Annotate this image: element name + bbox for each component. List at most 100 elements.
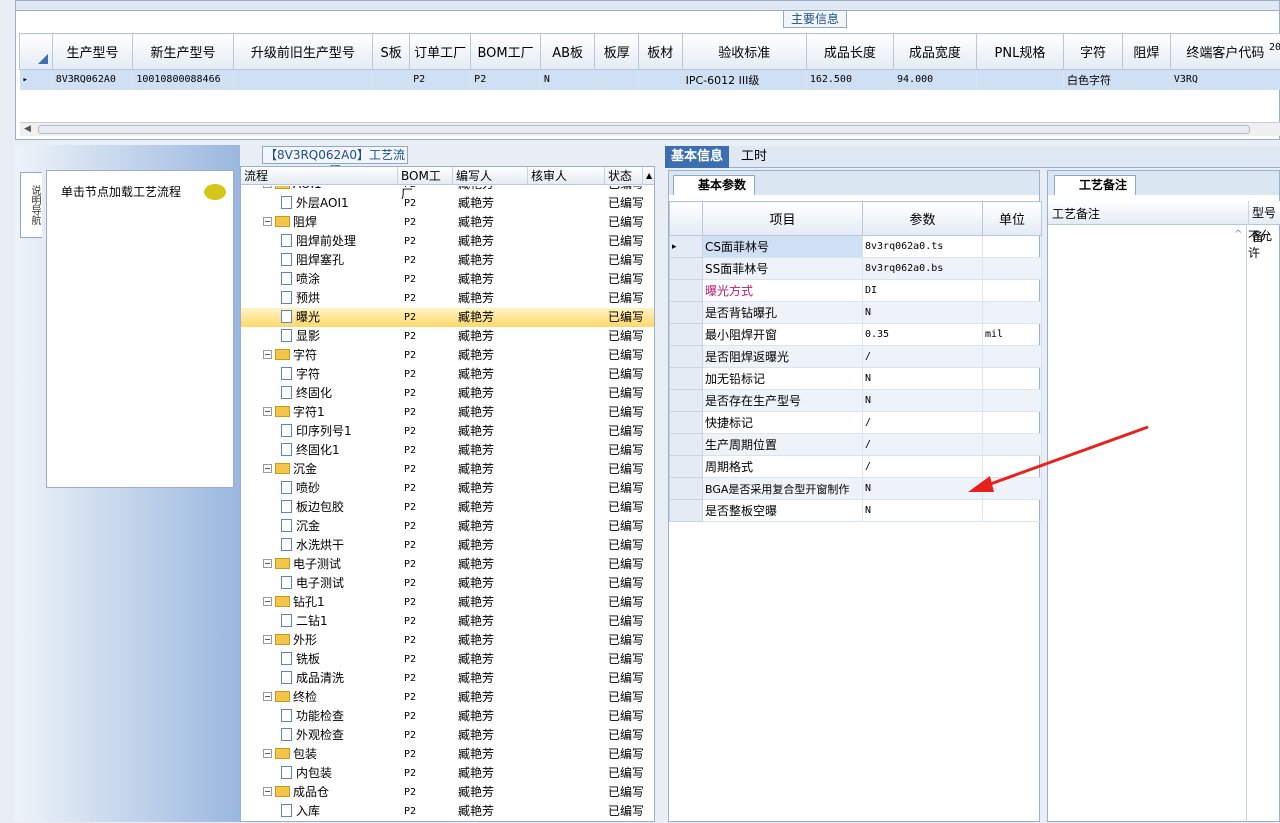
tab-basic-params[interactable]: 基本参数 xyxy=(673,175,756,195)
tree-node-label[interactable]: 电子测试 xyxy=(281,574,398,593)
tab-basic-info[interactable]: 基本信息 xyxy=(665,146,730,168)
main-col-12[interactable]: PNL规格 xyxy=(975,33,1065,70)
tree-row[interactable]: 功能检查 P2 臧艳芳 已编写 xyxy=(241,707,654,726)
param-row-indicator[interactable] xyxy=(669,367,703,390)
main-col-10[interactable]: 成品长度 xyxy=(805,33,895,70)
tree-row[interactable]: 板边包胶 P2 臧艳芳 已编写 xyxy=(241,498,654,517)
main-cell-12[interactable] xyxy=(976,69,1065,90)
collapse-toggle-icon[interactable]: − xyxy=(263,407,272,416)
tree-row[interactable]: − 沉金 P2 臧艳芳 已编写 xyxy=(241,460,654,479)
tree-row[interactable]: 外观检查 P2 臧艳芳 已编写 xyxy=(241,726,654,745)
main-cell-7[interactable] xyxy=(594,69,639,90)
main-col-15[interactable]: 终端客户代码 xyxy=(1169,33,1280,70)
tree-node-label[interactable]: − 外形 xyxy=(263,631,398,650)
param-value[interactable]: / xyxy=(862,345,983,368)
collapse-toggle-icon[interactable]: − xyxy=(263,464,272,473)
tree-node-label[interactable]: 板边包胶 xyxy=(281,498,398,517)
param-row-indicator[interactable] xyxy=(669,279,703,302)
tree-node-label[interactable]: 二钻1 xyxy=(281,612,398,631)
param-row-indicator[interactable] xyxy=(669,477,703,500)
param-row[interactable]: 曝光方式 DI xyxy=(669,279,1042,302)
tree-row[interactable]: − 阻焊 P2 臧艳芳 已编写 xyxy=(241,213,654,232)
tree-node-label[interactable]: − 成品仓 xyxy=(263,783,398,802)
remarks-col-model[interactable]: 型号备 xyxy=(1248,201,1280,244)
tree-node-label[interactable]: 外层AOI1 xyxy=(281,194,398,213)
tree-node-label[interactable]: − 阻焊 xyxy=(263,213,398,232)
params-col-value[interactable]: 参数 xyxy=(862,201,983,236)
tree-node-label[interactable]: 阻焊前处理 xyxy=(281,232,398,251)
main-cell-10[interactable]: 162.500 xyxy=(806,69,895,90)
col-bom[interactable]: BOM工厂 xyxy=(398,167,453,201)
tree-row[interactable]: 入库 P2 臧艳芳 已编写 xyxy=(241,802,654,821)
main-cell-13[interactable]: 白色字符 xyxy=(1063,69,1123,90)
tree-row[interactable]: −AOI1 P2 臧艳芳 已编写 xyxy=(241,186,654,194)
param-row[interactable]: ▸ CS面菲林号 8v3rq062a0.ts xyxy=(669,235,1042,258)
tree-row[interactable]: − 外形 P2 臧艳芳 已编写 xyxy=(241,631,654,650)
tree-node-label[interactable]: 显影 xyxy=(281,327,398,346)
main-col-7[interactable]: 板厚 xyxy=(594,33,639,70)
tree-node-label[interactable]: − 电子测试 xyxy=(263,555,398,574)
main-cell-9[interactable]: IPC-6012 III级 xyxy=(682,69,807,90)
collapse-toggle-icon[interactable]: − xyxy=(263,635,272,644)
main-cell-3[interactable] xyxy=(372,69,411,90)
main-cell-5[interactable]: P2 xyxy=(470,69,541,90)
param-row-indicator[interactable]: ▸ xyxy=(669,235,703,258)
tree-node-label[interactable]: 曝光 xyxy=(281,308,398,327)
main-col-14[interactable]: 阻焊 xyxy=(1121,33,1171,70)
tree-node-label[interactable]: 沉金 xyxy=(281,517,398,536)
tree-row[interactable]: 外层AOI1 P2 臧艳芳 已编写 xyxy=(241,194,654,213)
row-indicator-icon[interactable]: ▸ xyxy=(19,69,53,90)
tree-node-label[interactable]: 终固化1 xyxy=(281,441,398,460)
tree-node-label[interactable]: − 字符 xyxy=(263,346,398,365)
tree-row[interactable]: − 包装 P2 臧艳芳 已编写 xyxy=(241,745,654,764)
param-row-indicator[interactable] xyxy=(669,345,703,368)
col-status[interactable]: 状态 xyxy=(605,167,643,185)
collapse-toggle-icon[interactable]: − xyxy=(263,597,272,606)
tree-row[interactable]: 显影 P2 臧艳芳 已编写 xyxy=(241,327,654,346)
params-col-unit[interactable]: 单位 xyxy=(982,201,1042,236)
tree-node-label[interactable]: −AOI1 xyxy=(263,186,398,194)
params-col-item[interactable]: 项目 xyxy=(702,201,863,236)
main-col-9[interactable]: 验收标准 xyxy=(681,33,807,70)
tree-row[interactable]: 预烘 P2 臧艳芳 已编写 xyxy=(241,289,654,308)
tree-node-label[interactable]: 预烘 xyxy=(281,289,398,308)
collapse-toggle-icon[interactable]: − xyxy=(263,217,272,226)
main-cell-1[interactable]: 10010800088466 xyxy=(132,69,234,90)
scrollbar-thumb[interactable] xyxy=(38,125,1250,134)
tree-row[interactable]: − 终检 P2 臧艳芳 已编写 xyxy=(241,688,654,707)
param-row[interactable]: 是否背钻曝孔 N xyxy=(669,301,1042,324)
remarks-scroll-up-icon[interactable]: ^ xyxy=(1234,229,1242,240)
tree-node-label[interactable]: − 沉金 xyxy=(263,460,398,479)
param-row-indicator[interactable] xyxy=(669,433,703,456)
param-row[interactable]: 是否阻焊返曝光 / xyxy=(669,345,1042,368)
tree-row[interactable]: 内包装 P2 臧艳芳 已编写 xyxy=(241,764,654,783)
main-col-5[interactable]: BOM工厂 xyxy=(470,33,541,70)
col-reviewer[interactable]: 核审人 xyxy=(528,167,605,185)
tree-row[interactable]: − 成品仓 P2 臧艳芳 已编写 xyxy=(241,783,654,802)
collapse-toggle-icon[interactable]: − xyxy=(263,787,272,796)
param-row[interactable]: 是否整板空曝 N xyxy=(669,499,1042,522)
tree-node-label[interactable]: 外观检查 xyxy=(281,726,398,745)
collapse-toggle-icon[interactable]: − xyxy=(263,749,272,758)
param-value[interactable]: N xyxy=(862,301,983,324)
main-col-6[interactable]: AB板 xyxy=(539,33,596,70)
col-flow[interactable]: 流程 xyxy=(241,167,398,185)
main-cell-2[interactable] xyxy=(233,69,374,90)
main-cell-15[interactable]: V3RQ xyxy=(1170,69,1280,90)
param-value[interactable]: 0.35 xyxy=(862,323,983,346)
tree-row[interactable]: 喷涂 P2 臧艳芳 已编写 xyxy=(241,270,654,289)
tree-row[interactable]: 终固化1 P2 臧艳芳 已编写 xyxy=(241,441,654,460)
main-info-table[interactable]: 生产型号 新生产型号 升级前旧生产型号 S板 订单工厂 BOM工厂 AB板 板厚 板材 验收标准成… xyxy=(19,33,1280,90)
param-row-indicator[interactable] xyxy=(669,455,703,478)
param-value[interactable]: N xyxy=(862,499,983,522)
horizontal-scrollbar[interactable]: ◀ xyxy=(20,122,1280,136)
collapse-toggle-icon[interactable]: − xyxy=(263,350,272,359)
tree-row[interactable]: 喷砂 P2 臧艳芳 已编写 xyxy=(241,479,654,498)
tree-row[interactable]: 阻焊前处理 P2 臧艳芳 已编写 xyxy=(241,232,654,251)
tree-row[interactable]: 终固化 P2 臧艳芳 已编写 xyxy=(241,384,654,403)
tree-node-label[interactable]: 内包装 xyxy=(281,764,398,783)
main-col-3[interactable]: S板 xyxy=(372,33,411,70)
tree-node-label[interactable]: 阻焊塞孔 xyxy=(281,251,398,270)
param-row[interactable]: 加无铅标记 N xyxy=(669,367,1042,390)
tree-node-label[interactable]: − 钻孔1 xyxy=(263,593,398,612)
